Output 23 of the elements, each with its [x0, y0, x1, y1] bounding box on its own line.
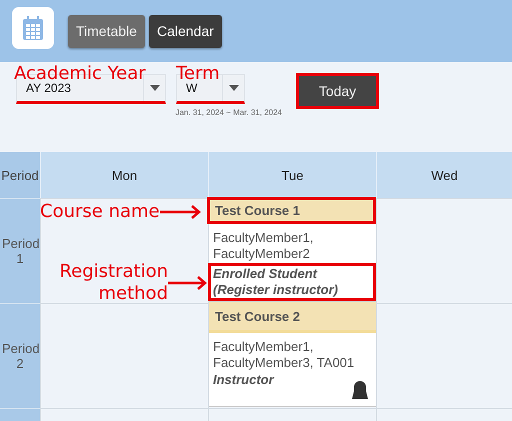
registration-method: Enrolled Student (Register instructor) — [208, 263, 376, 301]
period-label: Period 1 — [2, 236, 38, 266]
calendar-app-icon[interactable] — [12, 7, 54, 49]
view-tab[interactable]: Timetable — [68, 14, 145, 48]
column-header: Mon — [40, 152, 208, 198]
annotation-label: Course name — [40, 202, 160, 222]
caret-icon — [228, 85, 238, 91]
date-range: Jan. 31, 2024 ~ Mar. 31, 2024 — [175, 108, 282, 117]
column-header: Wed — [376, 152, 512, 198]
course-name: Test Course 1 — [207, 197, 376, 224]
faculty-list: FacultyMember1, FacultyMember3, TA001 — [213, 339, 363, 371]
annotation-label: Registration method — [58, 261, 168, 305]
registration-method: Instructor — [213, 372, 276, 388]
course-card[interactable]: Test Course 1 FacultyMember1, FacultyMember2 Enrolled Student (Register instructor) — [209, 197, 376, 302]
column-header: Period — [0, 152, 40, 198]
column-header: Tue — [208, 152, 376, 198]
caret-icon — [150, 85, 160, 91]
period-label: Period 2 — [2, 341, 38, 371]
faculty-list: FacultyMember1, FacultyMember2 — [213, 230, 363, 262]
course-card[interactable]: Test Course 2 FacultyMember1, FacultyMember3, TA001 Instructor — [209, 302, 376, 407]
view-tab[interactable]: Calendar — [148, 14, 222, 48]
today-button[interactable]: Today — [296, 73, 379, 109]
course-name: Test Course 2 — [209, 302, 376, 333]
